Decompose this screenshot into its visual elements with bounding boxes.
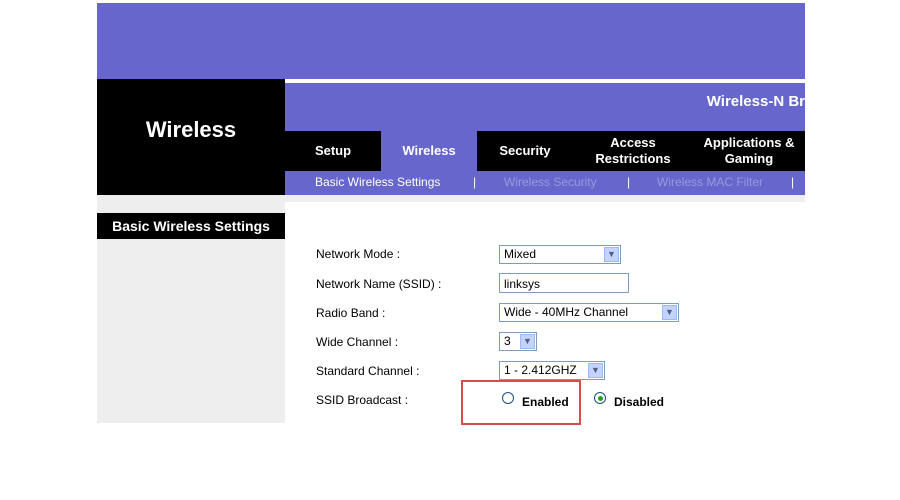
ssid-input[interactable]: linksys: [499, 273, 629, 293]
product-name: Wireless-N Br: [706, 93, 805, 110]
chevron-down-icon[interactable]: ▼: [520, 334, 535, 349]
tab-security[interactable]: Security: [477, 131, 573, 171]
top-banner: [97, 3, 805, 79]
router-admin-screenshot: Wireless Wireless-N Br Setup Wireless Se…: [97, 3, 805, 423]
ssid-label: Network Name (SSID) :: [316, 277, 442, 291]
chevron-down-icon[interactable]: ▼: [604, 247, 619, 262]
subnav-wireless-mac-filter[interactable]: Wireless MAC Filter: [657, 175, 763, 189]
subnav-separator: |: [473, 175, 477, 189]
chevron-down-icon[interactable]: ▼: [588, 363, 603, 378]
chevron-down-icon[interactable]: ▼: [662, 305, 677, 320]
section-title: Wireless: [145, 117, 237, 142]
sub-navigation: Basic Wireless Settings | Wireless Secur…: [285, 171, 805, 195]
radio-band-select[interactable]: Wide - 40MHz Channel ▼: [499, 303, 679, 322]
standard-channel-label: Standard Channel :: [316, 364, 420, 378]
ssid-broadcast-disabled-label[interactable]: Disabled: [614, 395, 664, 409]
ssid-broadcast-label: SSID Broadcast :: [316, 393, 409, 407]
standard-channel-value: 1 - 2.412GHZ: [504, 363, 577, 377]
header-strip: [285, 123, 805, 131]
tab-access-restrictions[interactable]: Access Restrictions: [573, 131, 693, 171]
annotation-highlight-box: [461, 380, 581, 425]
subnav-basic-wireless-settings[interactable]: Basic Wireless Settings: [315, 175, 440, 189]
subnav-separator: |: [791, 175, 795, 189]
subnav-wireless-security[interactable]: Wireless Security: [504, 175, 597, 189]
tab-setup[interactable]: Setup: [285, 131, 381, 171]
radio-band-value: Wide - 40MHz Channel: [504, 305, 629, 319]
radio-selected-dot: [597, 395, 603, 401]
network-mode-value: Mixed: [504, 247, 537, 261]
standard-channel-select[interactable]: 1 - 2.412GHZ ▼: [499, 361, 605, 380]
main-tabs: Setup Wireless Security Access Restricti…: [285, 131, 805, 171]
wide-channel-value: 3: [504, 334, 511, 348]
content-divider: [285, 195, 805, 202]
product-name-bar: Wireless-N Br: [285, 83, 805, 123]
subnav-separator: |: [627, 175, 631, 189]
tab-wireless[interactable]: Wireless: [381, 131, 477, 171]
radio-band-label: Radio Band :: [316, 306, 386, 320]
ssid-broadcast-disabled-radio[interactable]: [594, 392, 606, 404]
sidebar-section-label: Basic Wireless Settings: [97, 213, 285, 239]
wide-channel-label: Wide Channel :: [316, 335, 399, 349]
tab-applications-gaming[interactable]: Applications & Gaming: [693, 131, 805, 171]
wide-channel-select[interactable]: 3 ▼: [499, 332, 537, 351]
network-mode-select[interactable]: Mixed ▼: [499, 245, 621, 264]
network-mode-label: Network Mode :: [316, 247, 401, 261]
